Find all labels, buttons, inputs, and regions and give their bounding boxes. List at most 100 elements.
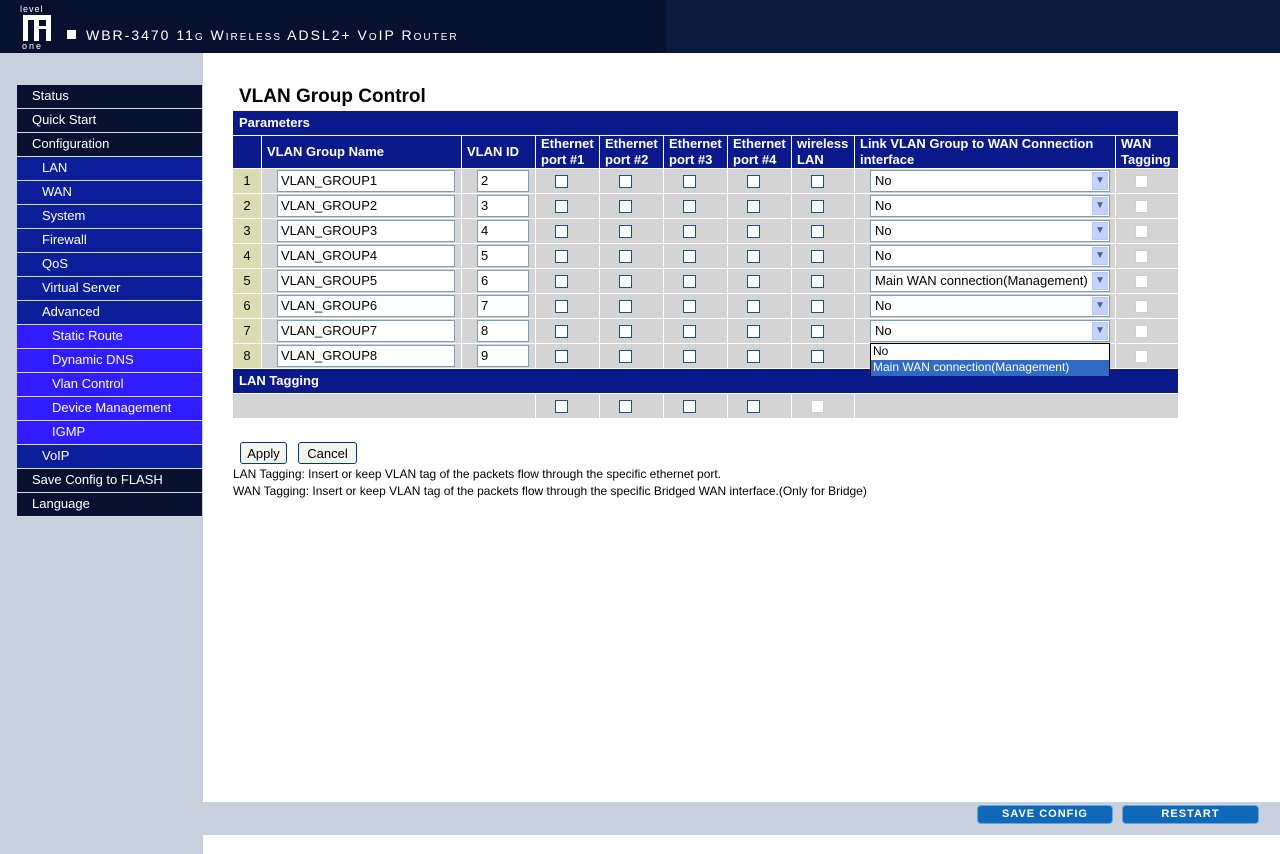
eth3-checkbox[interactable]	[683, 225, 696, 238]
eth4-checkbox[interactable]	[747, 275, 760, 288]
eth1-checkbox[interactable]	[555, 300, 568, 313]
wlan-checkbox[interactable]	[811, 350, 824, 363]
eth1-checkbox[interactable]	[555, 175, 568, 188]
vlan-id-input[interactable]: 2	[477, 170, 529, 192]
vlan-group-name-input[interactable]: VLAN_GROUP7	[277, 320, 455, 342]
sidebar-item-vlan-control[interactable]: Vlan Control	[17, 373, 202, 397]
chevron-down-icon[interactable]: ▼	[1092, 222, 1108, 240]
wlan-checkbox[interactable]	[811, 250, 824, 263]
chevron-down-icon[interactable]: ▼	[1092, 247, 1108, 265]
link-wan-dropdown-list[interactable]: No Main WAN connection(Management)	[870, 343, 1110, 376]
cancel-button[interactable]: Cancel	[298, 442, 357, 464]
link-wan-select[interactable]: No ▼	[870, 220, 1110, 242]
eth3-checkbox[interactable]	[683, 275, 696, 288]
vlan-id-input[interactable]: 3	[477, 195, 529, 217]
dropdown-option-no[interactable]: No	[871, 344, 1109, 360]
sidebar-item-igmp[interactable]: IGMP	[17, 421, 202, 445]
save-config-button[interactable]: SAVE CONFIG	[977, 805, 1113, 824]
eth2-checkbox[interactable]	[619, 350, 632, 363]
sidebar-item-language[interactable]: Language	[17, 493, 202, 517]
vlan-id-input[interactable]: 4	[477, 220, 529, 242]
vlan-id-input[interactable]: 7	[477, 295, 529, 317]
sidebar-item-save-config-to-flash[interactable]: Save Config to FLASH	[17, 469, 202, 493]
eth2-checkbox[interactable]	[619, 200, 632, 213]
chevron-down-icon[interactable]: ▼	[1092, 272, 1108, 290]
eth1-checkbox[interactable]	[555, 200, 568, 213]
eth3-checkbox[interactable]	[683, 250, 696, 263]
eth2-checkbox[interactable]	[619, 175, 632, 188]
sidebar-item-system[interactable]: System	[17, 205, 202, 229]
eth1-checkbox[interactable]	[555, 350, 568, 363]
wlan-checkbox[interactable]	[811, 200, 824, 213]
wlan-checkbox[interactable]	[811, 325, 824, 338]
eth4-checkbox[interactable]	[747, 300, 760, 313]
eth4-checkbox[interactable]	[747, 175, 760, 188]
eth2-checkbox[interactable]	[619, 250, 632, 263]
wan-tagging-checkbox	[1135, 275, 1148, 288]
eth3-checkbox[interactable]	[683, 350, 696, 363]
eth2-checkbox[interactable]	[619, 225, 632, 238]
eth1-checkbox[interactable]	[555, 275, 568, 288]
vlan-group-name-input[interactable]: VLAN_GROUP1	[277, 170, 455, 192]
sidebar-item-dynamic-dns[interactable]: Dynamic DNS	[17, 349, 202, 373]
lan-tag-eth3-checkbox[interactable]	[683, 400, 696, 413]
link-wan-select[interactable]: No ▼	[870, 245, 1110, 267]
sidebar-item-virtual-server[interactable]: Virtual Server	[17, 277, 202, 301]
eth2-checkbox[interactable]	[619, 300, 632, 313]
dropdown-option-main-wan[interactable]: Main WAN connection(Management)	[871, 360, 1109, 376]
sidebar-item-quick-start[interactable]: Quick Start	[17, 109, 202, 133]
link-wan-select[interactable]: Main WAN connection(Management) ▼	[870, 270, 1110, 292]
eth1-checkbox[interactable]	[555, 325, 568, 338]
sidebar-item-device-management[interactable]: Device Management	[17, 397, 202, 421]
sidebar-item-voip[interactable]: VoIP	[17, 445, 202, 469]
eth1-checkbox[interactable]	[555, 225, 568, 238]
sidebar-item-wan[interactable]: WAN	[17, 181, 202, 205]
link-wan-select[interactable]: No ▼	[870, 295, 1110, 317]
sidebar-item-static-route[interactable]: Static Route	[17, 325, 202, 349]
vlan-id-input[interactable]: 8	[477, 320, 529, 342]
eth4-checkbox[interactable]	[747, 200, 760, 213]
eth1-checkbox[interactable]	[555, 250, 568, 263]
eth2-checkbox[interactable]	[619, 325, 632, 338]
vlan-group-name-input[interactable]: VLAN_GROUP5	[277, 270, 455, 292]
sidebar-item-lan[interactable]: LAN	[17, 157, 202, 181]
chevron-down-icon[interactable]: ▼	[1092, 197, 1108, 215]
sidebar-item-configuration[interactable]: Configuration	[17, 133, 202, 157]
wlan-checkbox[interactable]	[811, 175, 824, 188]
vlan-group-name-input[interactable]: VLAN_GROUP6	[277, 295, 455, 317]
vlan-group-name-input[interactable]: VLAN_GROUP3	[277, 220, 455, 242]
lan-tag-eth1-checkbox[interactable]	[555, 400, 568, 413]
vlan-group-name-input[interactable]: VLAN_GROUP8	[277, 345, 455, 367]
eth4-checkbox[interactable]	[747, 350, 760, 363]
vlan-id-input[interactable]: 5	[477, 245, 529, 267]
sidebar-item-firewall[interactable]: Firewall	[17, 229, 202, 253]
sidebar-item-status[interactable]: Status	[17, 85, 202, 109]
eth4-checkbox[interactable]	[747, 225, 760, 238]
link-wan-select[interactable]: No ▼	[870, 170, 1110, 192]
apply-button[interactable]: Apply	[240, 442, 287, 464]
eth4-checkbox[interactable]	[747, 250, 760, 263]
wlan-checkbox[interactable]	[811, 300, 824, 313]
eth3-checkbox[interactable]	[683, 300, 696, 313]
chevron-down-icon[interactable]: ▼	[1092, 172, 1108, 190]
eth2-checkbox[interactable]	[619, 275, 632, 288]
vlan-id-input[interactable]: 9	[477, 345, 529, 367]
vlan-group-name-input[interactable]: VLAN_GROUP4	[277, 245, 455, 267]
vlan-id-input[interactable]: 6	[477, 270, 529, 292]
sidebar-item-advanced[interactable]: Advanced	[17, 301, 202, 325]
lan-tag-eth4-checkbox[interactable]	[747, 400, 760, 413]
wlan-checkbox[interactable]	[811, 225, 824, 238]
lan-tag-eth2-checkbox[interactable]	[619, 400, 632, 413]
link-wan-select[interactable]: No ▼	[870, 195, 1110, 217]
vlan-group-name-input[interactable]: VLAN_GROUP2	[277, 195, 455, 217]
restart-button[interactable]: RESTART	[1122, 805, 1259, 824]
wlan-checkbox[interactable]	[811, 275, 824, 288]
chevron-down-icon[interactable]: ▼	[1092, 322, 1108, 340]
chevron-down-icon[interactable]: ▼	[1092, 297, 1108, 315]
link-wan-select[interactable]: No ▼	[870, 320, 1110, 342]
eth3-checkbox[interactable]	[683, 200, 696, 213]
sidebar-item-qos[interactable]: QoS	[17, 253, 202, 277]
eth3-checkbox[interactable]	[683, 325, 696, 338]
eth3-checkbox[interactable]	[683, 175, 696, 188]
eth4-checkbox[interactable]	[747, 325, 760, 338]
